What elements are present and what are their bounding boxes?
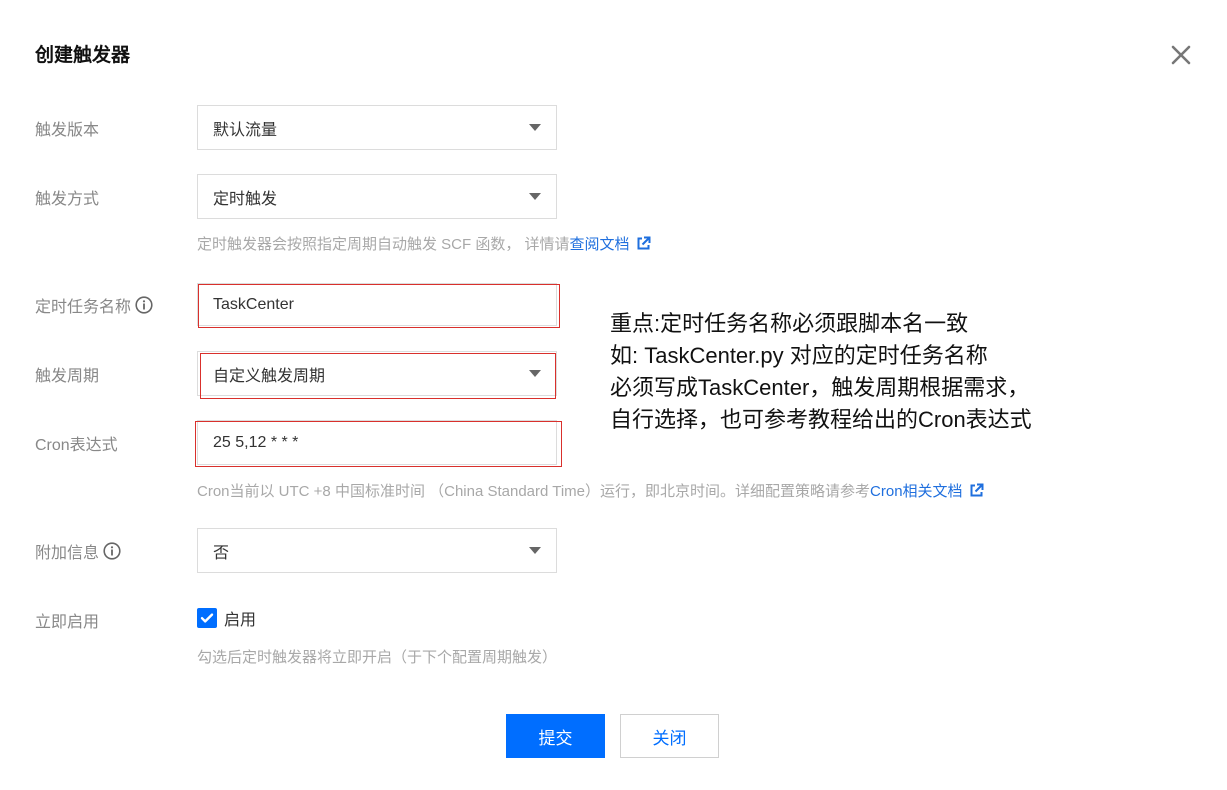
annotation-line: 必须写成TaskCenter，触发周期根据需求， <box>610 375 1030 400</box>
create-trigger-dialog: 创建触发器 触发版本 默认流量 触发方式 定时触发 定时触发器会按照指定周期自动… <box>0 0 1227 790</box>
task-name-label: 定时任务名称 <box>35 293 153 317</box>
method-label: 触发方式 <box>35 191 100 208</box>
enable-label: 立即启用 <box>35 614 100 631</box>
extra-info-select-value: 否 <box>213 544 230 562</box>
method-select[interactable]: 定时触发 <box>197 174 557 219</box>
task-name-input[interactable]: TaskCenter <box>197 283 557 326</box>
cron-input[interactable]: 25 5,12 * * * <box>197 420 557 465</box>
chevron-down-icon <box>529 547 541 554</box>
cron-label: Cron表达式 <box>35 437 118 454</box>
version-select-value: 默认流量 <box>213 121 278 139</box>
annotation-line: 如: TaskCenter.py 对应的定时任务名称 <box>610 343 988 368</box>
chevron-down-icon <box>529 370 541 377</box>
method-select-value: 定时触发 <box>213 190 278 208</box>
submit-button[interactable]: 提交 <box>506 714 605 758</box>
chevron-down-icon <box>529 193 541 200</box>
info-icon[interactable] <box>103 542 121 560</box>
period-label: 触发周期 <box>35 368 100 385</box>
period-select[interactable]: 自定义触发周期 <box>197 351 557 396</box>
annotation-line: 自行选择，也可参考教程给出的Cron表达式 <box>610 407 1032 432</box>
cron-value: 25 5,12 * * * <box>213 433 299 451</box>
task-name-value: TaskCenter <box>213 295 294 313</box>
annotation-note: 重点:定时任务名称必须跟脚本名一致 如: TaskCenter.py 对应的定时… <box>610 308 1032 436</box>
close-icon[interactable] <box>1168 42 1194 68</box>
method-doc-link[interactable]: 查阅文档 <box>570 233 651 254</box>
cron-help: Cron当前以 UTC +8 中国标准时间 （China Standard Ti… <box>197 480 984 501</box>
method-help: 定时触发器会按照指定周期自动触发 SCF 函数， 详情请 查阅文档 <box>197 233 651 254</box>
info-icon[interactable] <box>135 296 153 314</box>
enable-checkbox[interactable]: 启用 <box>197 606 256 630</box>
annotation-line: 重点:定时任务名称必须跟脚本名一致 <box>610 311 969 336</box>
check-icon[interactable] <box>197 608 217 628</box>
dialog-title: 创建触发器 <box>35 45 131 66</box>
chevron-down-icon <box>529 124 541 131</box>
version-label: 触发版本 <box>35 122 100 139</box>
period-select-value: 自定义触发周期 <box>213 367 326 385</box>
close-button[interactable]: 关闭 <box>620 714 719 758</box>
cron-doc-link[interactable]: Cron相关文档 <box>870 480 984 501</box>
enable-checkbox-label: 启用 <box>224 612 257 629</box>
extra-info-label: 附加信息 <box>35 539 121 563</box>
extra-info-select[interactable]: 否 <box>197 528 557 573</box>
version-select[interactable]: 默认流量 <box>197 105 557 150</box>
enable-help: 勾选后定时触发器将立即开启（于下个配置周期触发） <box>197 649 558 666</box>
external-link-icon <box>637 236 651 250</box>
external-link-icon <box>970 483 984 497</box>
